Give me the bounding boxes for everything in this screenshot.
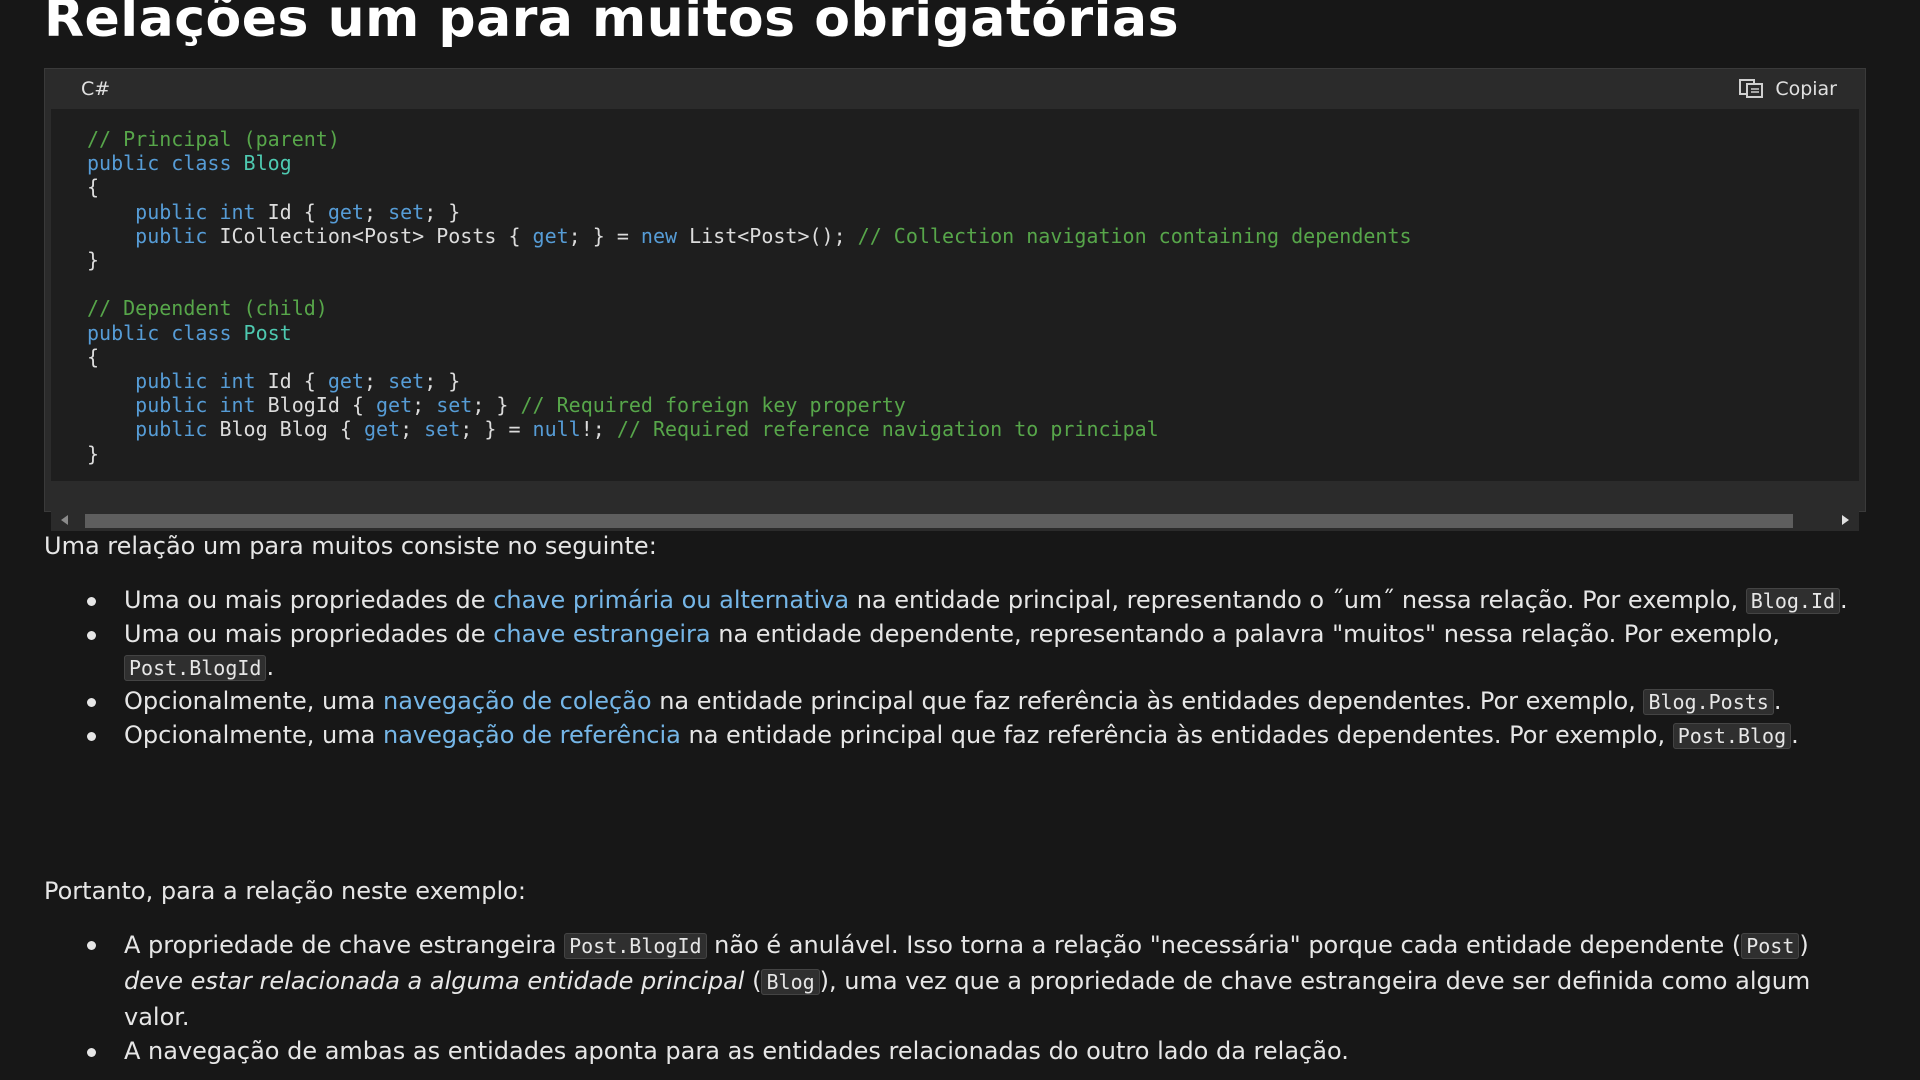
code-line: public ICollection<Post> Posts { get; } … [87, 223, 1412, 248]
example-list: A propriedade de chave estrangeira Post.… [44, 928, 1874, 1068]
code-token-keyword: public int [87, 393, 268, 418]
code-token-keyword: get [327, 369, 364, 394]
inline-code: Blog [761, 969, 820, 995]
code-area[interactable]: // Principal (parent) public class Blog … [51, 109, 1859, 481]
code-token-type: Blog [243, 151, 292, 176]
code-token-keyword: new [640, 223, 690, 248]
code-token-plain: ; } [424, 369, 461, 394]
code-line: public class Blog [87, 151, 292, 175]
doc-link[interactable]: navegação de coleção [383, 687, 652, 715]
code-token-plain: List<Post>(); [689, 223, 858, 248]
code-token-plain: ; } = [460, 417, 533, 442]
code-token-plain: ; [412, 393, 437, 418]
copy-icon [1739, 79, 1764, 98]
inline-code: Blog.Id [1745, 588, 1841, 614]
code-token-comment: // Required foreign key property [520, 393, 906, 418]
code-token-plain: ; } = [568, 223, 641, 248]
code-content: // Principal (parent) public class Blog … [51, 109, 1859, 466]
code-token-plain: Blog Blog { [219, 417, 364, 442]
code-token-comment: // Required reference navigation to prin… [616, 417, 1159, 442]
inline-code: Post [1741, 933, 1800, 959]
code-token-plain: { [87, 175, 100, 200]
scroll-left-arrow-icon[interactable] [61, 515, 68, 525]
code-token-plain: ; [363, 369, 389, 394]
code-token-plain: Id { [267, 199, 328, 224]
code-token-keyword: get [532, 223, 569, 248]
inline-code: Blog.Posts [1643, 689, 1774, 715]
code-token-plain: ; [400, 417, 425, 442]
code-line: } [87, 442, 99, 466]
code-token-plain: !; [580, 417, 617, 442]
code-block: C# Copiar // Principal (parent) public c… [44, 68, 1866, 531]
code-token-comment: // Collection navigation containing depe… [857, 223, 1412, 248]
code-token-keyword: public [87, 223, 220, 248]
code-token-keyword: get [376, 393, 413, 418]
code-line: // Dependent (child) [87, 296, 328, 320]
code-line: public int Id { get; set; } [87, 369, 460, 393]
code-token-keyword: public class [87, 151, 244, 176]
code-token-keyword: set [424, 417, 461, 442]
list-item: Uma ou mais propriedades de chave estran… [87, 618, 1874, 685]
code-line: public int BlogId { get; set; } // Requi… [87, 393, 906, 417]
page-title: Relações um para muitos obrigatórias [44, 0, 1180, 49]
code-token-plain: ; } [472, 393, 521, 418]
inline-code: Post.BlogId [124, 655, 267, 681]
components-list: Uma ou mais propriedades de chave primár… [44, 584, 1874, 753]
example-list-container: A propriedade de chave estrangeira Post.… [44, 928, 1874, 1068]
scrollbar-thumb[interactable] [85, 514, 1793, 528]
list-item: Opcionalmente, uma navegação de coleção … [87, 685, 1874, 719]
components-list-container: Uma ou mais propriedades de chave primár… [44, 584, 1874, 753]
code-token-plain: Id { [267, 369, 328, 394]
horizontal-scrollbar[interactable] [51, 511, 1859, 531]
code-token-keyword: public int [87, 199, 268, 224]
code-token-keyword: set [388, 369, 425, 394]
doc-link[interactable]: navegação de referência [383, 721, 681, 749]
doc-link[interactable]: chave estrangeira [493, 620, 710, 648]
emphasis-text: deve estar relacionada a alguma entidade… [124, 967, 745, 995]
code-token-plain: } [87, 248, 100, 273]
code-token-keyword: get [363, 417, 401, 442]
code-token-plain: BlogId { [267, 393, 376, 418]
code-token-keyword: set [388, 199, 425, 224]
intro-paragraph: Uma relação um para muitos consiste no s… [44, 532, 657, 560]
code-token-keyword: get [327, 199, 364, 224]
code-line: public class Post [87, 321, 292, 345]
code-token-keyword: public class [87, 320, 244, 345]
code-token-comment: // Principal (parent) [87, 127, 340, 151]
code-language-label: C# [81, 78, 111, 100]
code-line: { [87, 175, 99, 199]
code-token-plain: { [87, 344, 100, 369]
code-token-plain: ; } [424, 199, 461, 224]
copy-label: Copiar [1775, 78, 1837, 100]
code-header: C# Copiar [45, 69, 1865, 109]
code-token-comment: // Dependent (child) [87, 296, 328, 321]
list-item: A navegação de ambas as entidades aponta… [87, 1035, 1874, 1068]
code-token-plain: ICollection<Post> Posts { [219, 223, 533, 248]
doc-link[interactable]: chave primária ou alternativa [493, 586, 849, 614]
code-token-type: Post [243, 320, 292, 345]
inline-code: Post.BlogId [564, 933, 707, 959]
list-item: Uma ou mais propriedades de chave primár… [87, 584, 1874, 618]
code-token-keyword: null [532, 417, 581, 442]
code-token-keyword: set [436, 393, 473, 418]
code-token-plain: ; [363, 199, 389, 224]
code-token-plain: } [87, 441, 100, 466]
code-line: } [87, 248, 99, 272]
copy-button[interactable]: Copiar [1739, 78, 1837, 100]
scroll-right-arrow-icon[interactable] [1842, 515, 1849, 525]
inline-code: Post.Blog [1672, 723, 1792, 749]
list-item: Opcionalmente, uma navegação de referênc… [87, 719, 1874, 753]
code-line: public int Id { get; set; } [87, 200, 460, 224]
code-line: { [87, 345, 99, 369]
code-line: public Blog Blog { get; set; } = null!; … [87, 417, 1159, 441]
code-token-keyword: public int [87, 369, 268, 394]
therefore-paragraph: Portanto, para a relação neste exemplo: [44, 877, 526, 905]
code-line: // Principal (parent) [87, 127, 340, 151]
code-token-keyword: public [87, 417, 220, 442]
list-item: A propriedade de chave estrangeira Post.… [87, 928, 1874, 1035]
